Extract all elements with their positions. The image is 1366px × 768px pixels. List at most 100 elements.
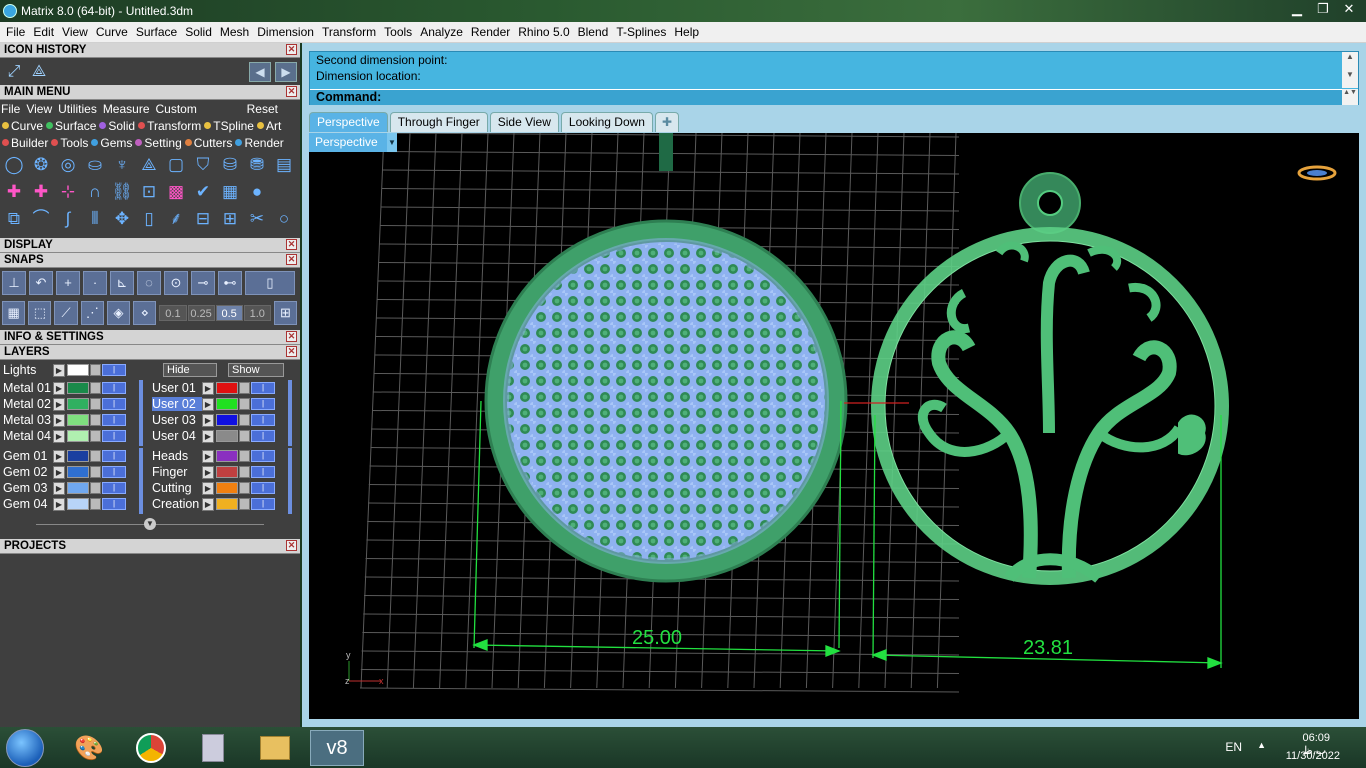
lock-icon[interactable] bbox=[239, 430, 250, 442]
expand-icon[interactable]: ▶ bbox=[202, 397, 214, 411]
calculator-icon[interactable] bbox=[186, 730, 240, 766]
tray-arrow-icon[interactable]: ▲ bbox=[1257, 740, 1266, 750]
display-header[interactable]: DISPLAY ✕ bbox=[0, 238, 300, 253]
maximize-button[interactable]: ❐ bbox=[1310, 0, 1336, 18]
flow-icon[interactable]: ⸙ bbox=[164, 207, 188, 231]
lock-icon[interactable] bbox=[239, 414, 250, 426]
menu-tsplines[interactable]: T-Splines bbox=[612, 25, 670, 39]
lock-icon[interactable] bbox=[239, 398, 250, 410]
lock-icon[interactable] bbox=[239, 498, 250, 510]
mm-file[interactable]: File bbox=[1, 102, 20, 116]
mm-view[interactable]: View bbox=[26, 102, 52, 116]
expand-icon[interactable]: ▶ bbox=[202, 429, 214, 443]
prong-icon[interactable]: ♆ bbox=[110, 153, 134, 177]
gem-cluster-icon[interactable]: ❂ bbox=[29, 153, 53, 177]
lock-icon[interactable] bbox=[90, 466, 101, 478]
menu-tools[interactable]: Tools bbox=[380, 25, 416, 39]
tab-side-view[interactable]: Side View bbox=[489, 112, 559, 132]
visibility-icon[interactable]: | bbox=[251, 430, 275, 442]
lock-icon[interactable] bbox=[90, 482, 101, 494]
visibility-icon[interactable]: | bbox=[251, 482, 275, 494]
layer-row[interactable]: Gem 02 ▶ | bbox=[3, 464, 127, 480]
lock-icon[interactable] bbox=[239, 382, 250, 394]
mm-solid[interactable]: Solid bbox=[99, 119, 135, 133]
shank-icon[interactable]: ⛀ bbox=[83, 153, 107, 177]
mm-setting[interactable]: Setting bbox=[135, 136, 182, 150]
close-icon[interactable]: ✕ bbox=[286, 44, 297, 55]
lock-icon[interactable] bbox=[239, 450, 250, 462]
color-swatch[interactable] bbox=[67, 466, 89, 478]
color-swatch[interactable] bbox=[216, 466, 238, 478]
layer-row[interactable]: User 02 ▶ | bbox=[152, 396, 276, 412]
history-forward-icon[interactable]: ▶ bbox=[275, 62, 297, 82]
color-swatch[interactable] bbox=[67, 414, 89, 426]
mm-builder[interactable]: Builder bbox=[2, 136, 48, 150]
lock-icon[interactable] bbox=[239, 482, 250, 494]
chain-icon[interactable]: ⛓ bbox=[110, 180, 134, 204]
color-swatch[interactable] bbox=[67, 364, 89, 376]
lock-icon[interactable] bbox=[239, 466, 250, 478]
color-swatch[interactable] bbox=[216, 398, 238, 410]
viewport-dropdown[interactable]: Perspective ▼ bbox=[309, 133, 397, 152]
snap-point-icon[interactable]: + bbox=[56, 271, 80, 295]
visibility-icon[interactable]: | bbox=[102, 382, 126, 394]
mm-art[interactable]: Art bbox=[256, 119, 281, 133]
visibility-icon[interactable]: | bbox=[251, 382, 275, 394]
snaps-header[interactable]: SNAPS ✕ bbox=[0, 253, 300, 268]
visibility-icon[interactable]: | bbox=[102, 398, 126, 410]
lock-icon[interactable] bbox=[90, 382, 101, 394]
close-icon[interactable]: ✕ bbox=[286, 331, 297, 342]
chrome-icon[interactable] bbox=[124, 730, 178, 766]
add-tab-icon[interactable]: ✚ bbox=[654, 112, 680, 132]
menu-rhino[interactable]: Rhino 5.0 bbox=[514, 25, 573, 39]
link-icon[interactable]: ⊡ bbox=[137, 180, 161, 204]
snap-line-icon[interactable]: ⟋ bbox=[54, 301, 78, 325]
history-scrollbar[interactable]: ▲ ▼ bbox=[1342, 52, 1358, 88]
color-swatch[interactable] bbox=[216, 382, 238, 394]
clock-date[interactable]: 11/30/2022 bbox=[1286, 750, 1340, 762]
expand-icon[interactable]: ▶ bbox=[202, 465, 214, 479]
snap-mid-icon[interactable]: · bbox=[83, 271, 107, 295]
visibility-icon[interactable]: | bbox=[102, 498, 126, 510]
expand-icon[interactable]: ▶ bbox=[53, 497, 65, 511]
cut-icon[interactable]: ✂ bbox=[245, 207, 269, 231]
layer-row[interactable]: Creation ▶ | bbox=[152, 496, 276, 512]
blocks-icon[interactable]: ⧉ bbox=[2, 207, 26, 231]
main-menu-header[interactable]: MAIN MENU ✕ bbox=[0, 85, 300, 100]
mm-custom[interactable]: Custom bbox=[156, 102, 197, 116]
color-swatch[interactable] bbox=[67, 430, 89, 442]
color-swatch[interactable] bbox=[67, 382, 89, 394]
check-icon[interactable]: ✔ bbox=[191, 180, 215, 204]
mm-transform[interactable]: Transform bbox=[138, 119, 201, 133]
expand-icon[interactable]: ▶ bbox=[53, 449, 65, 463]
start-button[interactable] bbox=[6, 729, 44, 767]
color-swatch[interactable] bbox=[216, 482, 238, 494]
mm-measure[interactable]: Measure bbox=[103, 102, 150, 116]
visibility-icon[interactable]: | bbox=[251, 466, 275, 478]
minimize-button[interactable]: ▁ bbox=[1284, 0, 1310, 18]
expand-icon[interactable]: ▶ bbox=[202, 413, 214, 427]
visibility-icon[interactable]: | bbox=[102, 414, 126, 426]
color-swatch[interactable] bbox=[67, 482, 89, 494]
history-back-icon[interactable]: ◀ bbox=[249, 62, 271, 82]
color-swatch[interactable] bbox=[216, 430, 238, 442]
layout-icon[interactable]: ▤ bbox=[272, 153, 296, 177]
collapse-icon[interactable]: ▼ bbox=[144, 518, 156, 530]
menu-surface[interactable]: Surface bbox=[132, 25, 181, 39]
command-scroll[interactable]: ▲▼ bbox=[1342, 89, 1358, 105]
circle-tool-icon[interactable]: ◯ bbox=[2, 153, 26, 177]
gem-icon[interactable]: ⟁ bbox=[137, 153, 161, 177]
document-icon[interactable]: ▯ bbox=[137, 207, 161, 231]
matrix-app-icon[interactable]: v8 bbox=[310, 730, 364, 766]
lock-icon[interactable] bbox=[90, 430, 101, 442]
snap-quad-icon[interactable]: ⊷ bbox=[218, 271, 242, 295]
snap-tan-icon[interactable]: ⊸ bbox=[191, 271, 215, 295]
mm-render[interactable]: Render bbox=[235, 136, 284, 150]
snap-box-icon[interactable]: ⬚ bbox=[28, 301, 52, 325]
show-button[interactable]: Show bbox=[228, 363, 284, 377]
mm-surface[interactable]: Surface bbox=[46, 119, 96, 133]
expand-icon[interactable]: ▶ bbox=[202, 481, 214, 495]
snap-value-01[interactable]: 0.1 bbox=[159, 305, 187, 321]
icon-history-header[interactable]: ICON HISTORY ✕ bbox=[0, 43, 300, 58]
visibility-icon[interactable]: | bbox=[102, 364, 126, 376]
